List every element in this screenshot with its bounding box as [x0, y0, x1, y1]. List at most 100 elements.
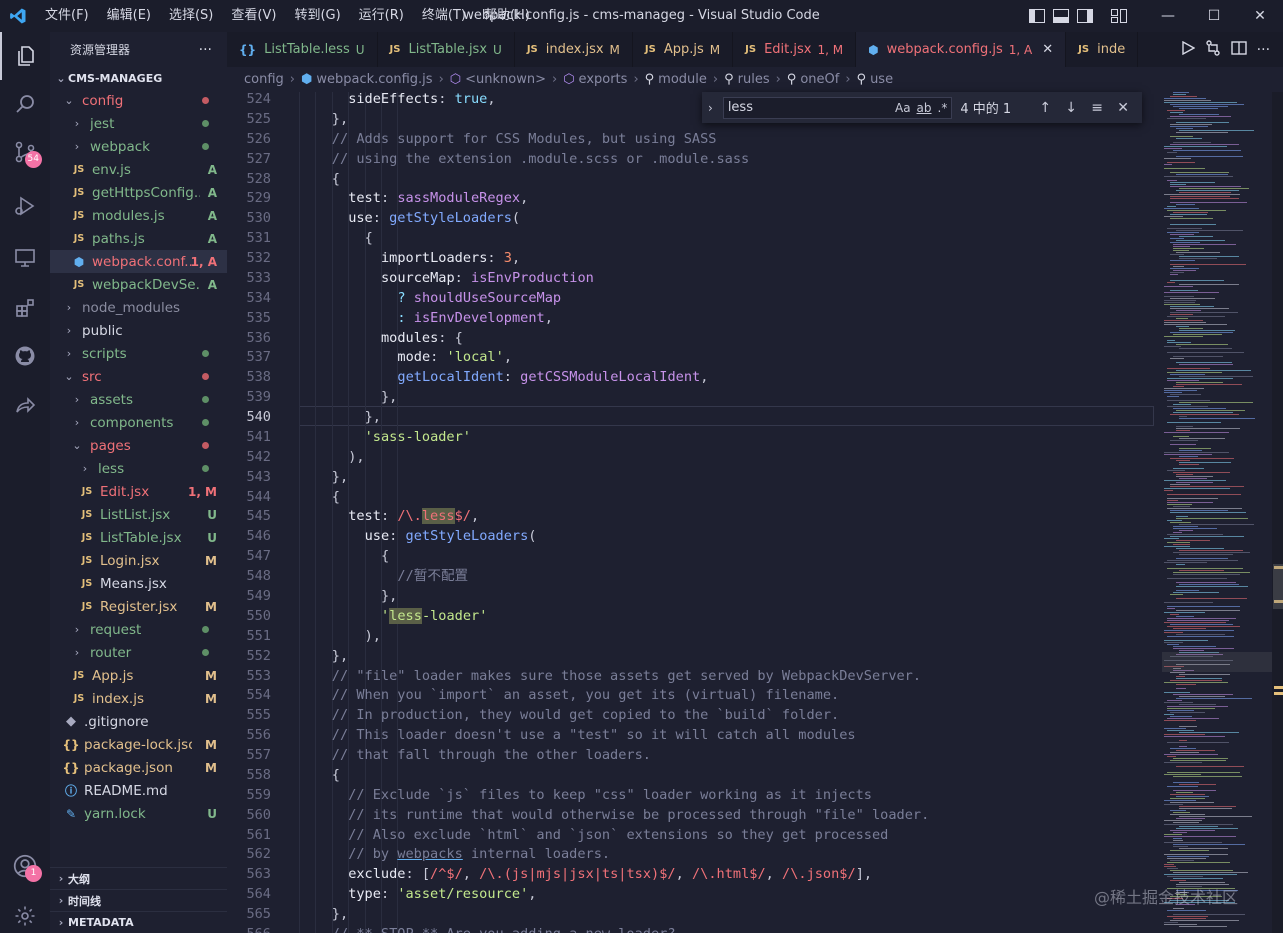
breadcrumb-item[interactable]: ⚲ rules — [724, 72, 770, 87]
tree-folder[interactable]: › webpack — [50, 135, 227, 158]
workspace-root[interactable]: ⌄ CMS-MANAGEG — [50, 67, 227, 89]
breadcrumb-item[interactable]: ⬡ exports — [563, 72, 627, 87]
toggle-replace-chevron-icon[interactable]: › — [708, 101, 713, 115]
run-file-icon[interactable] — [1181, 40, 1196, 59]
tree-file[interactable]: JS getHttpsConfig... A — [50, 181, 227, 204]
accounts-icon[interactable]: 1 — [0, 842, 50, 890]
editor-tab[interactable]: JS Edit.jsx 1, M — [733, 32, 857, 67]
minimize-icon[interactable]: — — [1145, 0, 1191, 32]
close-find-icon[interactable]: ✕ — [1110, 100, 1136, 116]
remote-explorer-icon[interactable] — [0, 234, 50, 282]
toggle-panel-icon[interactable] — [1049, 0, 1073, 32]
find-in-selection-icon[interactable]: ≡ — [1084, 100, 1110, 116]
tree-file[interactable]: {} package-lock.json M — [50, 733, 227, 756]
breadcrumb-item[interactable]: ⚲ oneOf — [787, 72, 840, 87]
more-actions-icon[interactable]: ··· — [1257, 42, 1270, 58]
code-text: exclude: [/^$/, /\.(js|mjs|jsx|ts|tsx)$/… — [348, 866, 873, 883]
tree-folder[interactable]: ⌄ pages — [50, 434, 227, 457]
scrollbar-thumb[interactable] — [1273, 564, 1283, 609]
tree-folder[interactable]: › request — [50, 618, 227, 641]
sidebar-section-timeline[interactable]: › 时间线 — [50, 889, 227, 911]
tree-file[interactable]: JS App.js M — [50, 664, 227, 687]
menu-item[interactable]: 编辑(E) — [98, 0, 160, 32]
search-icon[interactable] — [0, 80, 50, 128]
source-control-icon[interactable]: 54 — [0, 128, 50, 176]
menu-item[interactable]: 运行(R) — [350, 0, 413, 32]
breadcrumb-item[interactable]: ⬡ <unknown> — [450, 72, 546, 87]
tree-file[interactable]: ⬢ webpack.conf... 1, A — [50, 250, 227, 273]
menu-item[interactable]: 帮助(H) — [475, 0, 539, 32]
tree-folder[interactable]: › router — [50, 641, 227, 664]
tree-folder[interactable]: › scripts — [50, 342, 227, 365]
match-case-icon[interactable]: Aa — [895, 101, 911, 115]
next-match-arrow-down-icon[interactable]: ↓ — [1058, 100, 1084, 116]
tree-file[interactable]: JS ListTable.jsx U — [50, 526, 227, 549]
editor-tab[interactable]: {} ListTable.less U — [227, 32, 378, 67]
editor-tab[interactable]: JS App.js M — [633, 32, 734, 67]
menu-item[interactable]: 选择(S) — [160, 0, 222, 32]
tree-folder[interactable]: › jest — [50, 112, 227, 135]
open-changes-icon[interactable] — [1205, 39, 1221, 60]
tree-file[interactable]: JS env.js A — [50, 158, 227, 181]
explorer-icon[interactable] — [0, 32, 50, 80]
tree-file[interactable]: JS Register.jsx M — [50, 595, 227, 618]
maximize-icon[interactable]: ☐ — [1191, 0, 1237, 32]
tree-folder[interactable]: ⌄ src — [50, 365, 227, 388]
tree-file[interactable]: {} package.json M — [50, 756, 227, 779]
tree-file[interactable]: JS Edit.jsx 1, M — [50, 480, 227, 503]
toggle-primary-sidebar-icon[interactable] — [1025, 0, 1049, 32]
menu-item[interactable]: 终端(T) — [413, 0, 475, 32]
customize-layout-icon[interactable] — [1107, 0, 1131, 32]
menu-item[interactable]: 文件(F) — [36, 0, 98, 32]
tree-folder[interactable]: › public — [50, 319, 227, 342]
tree-file[interactable]: ✎ yarn.lock U — [50, 802, 227, 825]
editor-tab[interactable]: JS ListTable.jsx U — [378, 32, 515, 67]
sidebar-section-outline[interactable]: › 大纲 — [50, 867, 227, 889]
line-number: 537 — [246, 349, 271, 366]
tree-folder[interactable]: ⌄ config — [50, 89, 227, 112]
tree-file[interactable]: JS Login.jsx M — [50, 549, 227, 572]
editor-tab[interactable]: JS inde — [1066, 32, 1139, 67]
toggle-secondary-sidebar-icon[interactable] — [1073, 0, 1097, 32]
menu-item[interactable]: 查看(V) — [222, 0, 285, 32]
tree-file[interactable]: JS webpackDevSe... A — [50, 273, 227, 296]
match-whole-word-icon[interactable]: ab — [917, 101, 932, 115]
live-share-icon[interactable] — [0, 382, 50, 430]
tree-file[interactable]: JS modules.js A — [50, 204, 227, 227]
tree-folder[interactable]: › less — [50, 457, 227, 480]
tree-file[interactable]: JS paths.js A — [50, 227, 227, 250]
tree-file[interactable]: ⓘ README.md — [50, 779, 227, 802]
minimap-line — [1170, 870, 1233, 871]
settings-gear-icon[interactable] — [0, 892, 50, 933]
vertical-scrollbar[interactable] — [1272, 92, 1283, 933]
editor-tab[interactable]: ⬢ webpack.config.js 1, A ✕ — [856, 32, 1067, 67]
split-editor-icon[interactable] — [1231, 40, 1247, 59]
minimap-line — [1170, 712, 1205, 713]
minimap[interactable] — [1162, 92, 1272, 933]
sidebar-section-metadata[interactable]: › METADATA — [50, 911, 227, 933]
tree-folder[interactable]: › components — [50, 411, 227, 434]
close-tab-icon[interactable]: ✕ — [1042, 42, 1053, 57]
tree-folder[interactable]: › assets — [50, 388, 227, 411]
find-input[interactable]: less Aa ab .* — [722, 96, 953, 119]
code-editor[interactable]: 524 sideEffects: true, 525}, 526 // Adds sup… — [227, 92, 1162, 933]
tree-file[interactable]: JS Means.jsx — [50, 572, 227, 595]
tree-file[interactable]: JS ListList.jsx U — [50, 503, 227, 526]
explorer-more-actions-icon[interactable]: ··· — [199, 42, 212, 58]
extensions-icon[interactable] — [0, 284, 50, 332]
code-text: { — [364, 230, 373, 247]
breadcrumb-item[interactable]: ⬢ webpack.config.js — [301, 72, 433, 87]
close-window-icon[interactable]: ✕ — [1237, 0, 1283, 32]
breadcrumb-item[interactable]: ⚲ module — [645, 72, 707, 87]
use-regex-icon[interactable]: .* — [938, 101, 948, 115]
breadcrumb-item[interactable]: config — [244, 72, 284, 87]
github-icon[interactable] — [0, 332, 50, 380]
breadcrumb-item[interactable]: ⚲ use — [857, 72, 894, 87]
run-debug-icon[interactable] — [0, 182, 50, 230]
tree-file[interactable]: JS index.js M — [50, 687, 227, 710]
menu-item[interactable]: 转到(G) — [285, 0, 349, 32]
editor-tab[interactable]: JS index.jsx M — [515, 32, 633, 67]
tree-folder[interactable]: › node_modules — [50, 296, 227, 319]
previous-match-arrow-up-icon[interactable]: ↑ — [1032, 100, 1058, 116]
tree-file[interactable]: ◆ .gitignore — [50, 710, 227, 733]
